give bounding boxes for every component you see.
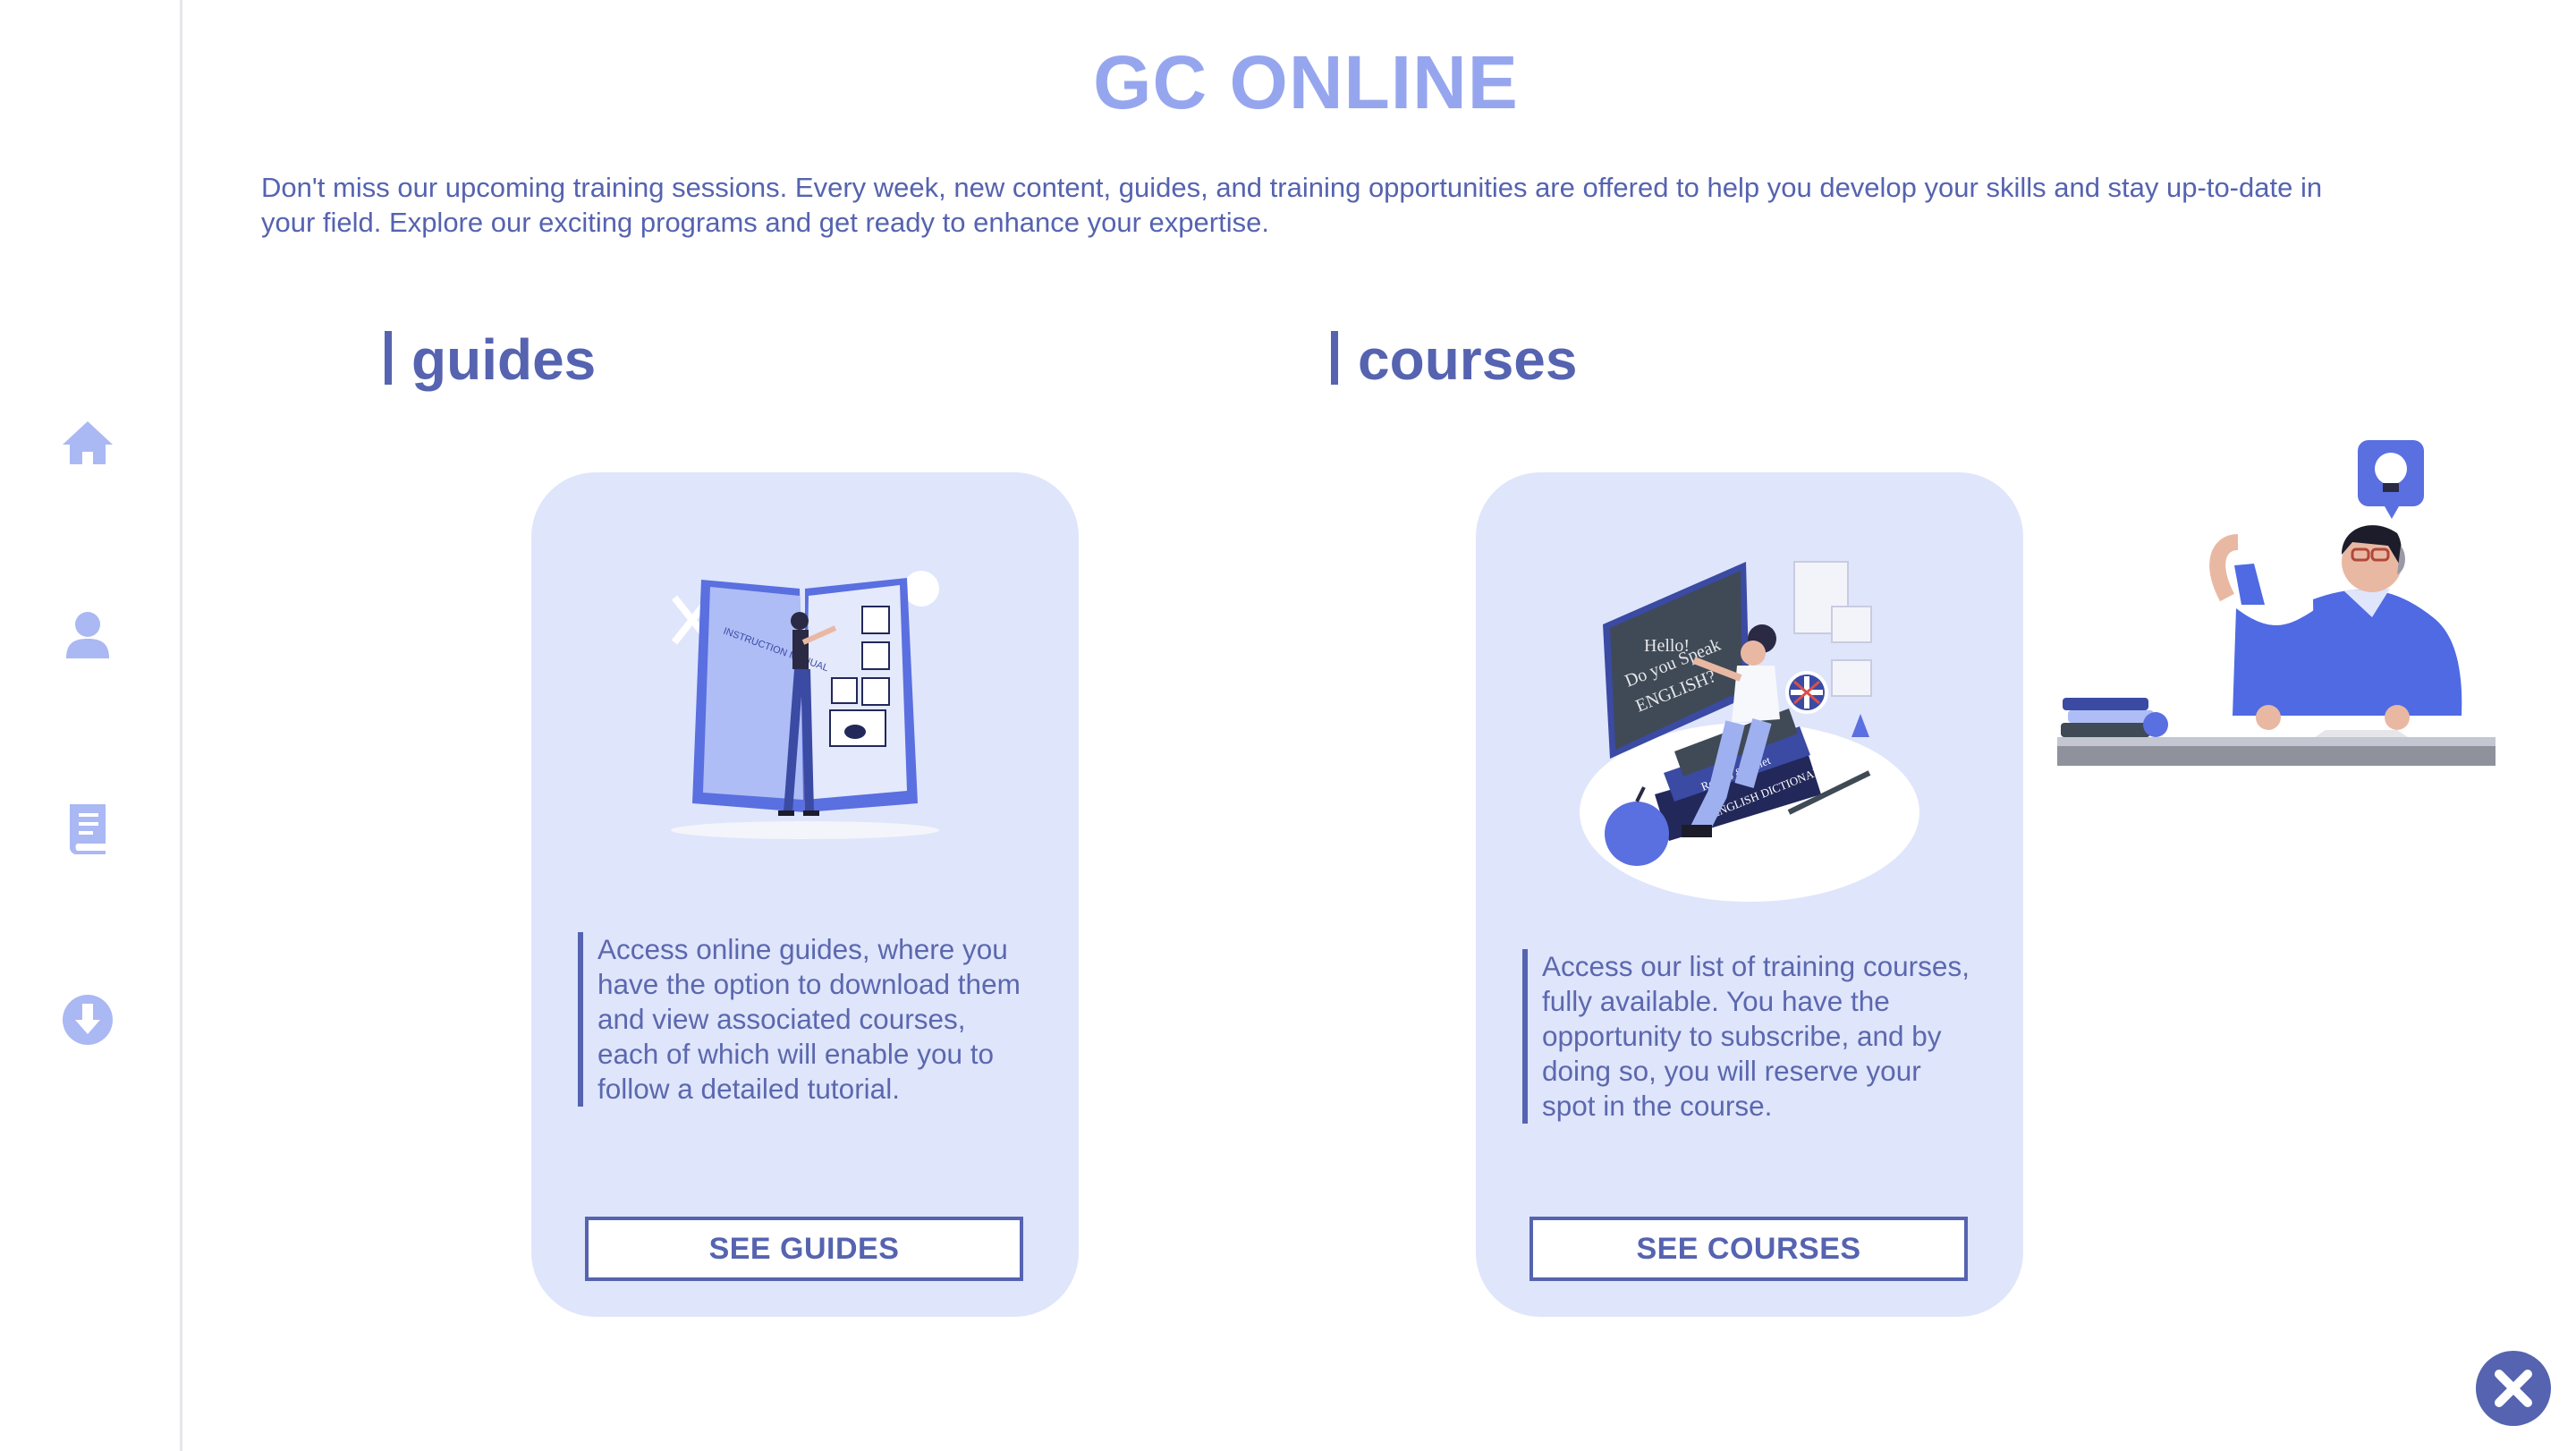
courses-heading: courses — [1331, 327, 1577, 393]
guides-heading-label: guides — [411, 327, 597, 392]
guides-heading: guides — [385, 327, 596, 393]
close-icon — [2495, 1370, 2532, 1407]
download-icon[interactable] — [59, 991, 116, 1048]
english-class-illustration: Hello! Do you Speak ENGLISH? Romeo & Jul… — [1580, 561, 1919, 902]
courses-card: Hello! Do you Speak ENGLISH? Romeo & Jul… — [1476, 472, 2023, 1317]
guides-card: INSTRUCTION MANUAL Access online guides,… — [531, 472, 1079, 1317]
courses-heading-label: courses — [1358, 327, 1578, 392]
book-icon[interactable] — [59, 799, 116, 856]
heading-bar — [1331, 331, 1338, 385]
see-courses-button[interactable]: SEE COURSES — [1530, 1217, 1968, 1281]
courses-description: Access our list of training courses, ful… — [1522, 949, 1979, 1124]
home-icon[interactable] — [59, 414, 116, 471]
page-title: GC ONLINE — [1093, 40, 1519, 124]
instruction-manual-illustration: INSTRUCTION MANUAL — [671, 571, 939, 839]
heading-bar — [385, 331, 392, 385]
intro-text: Don't miss our upcoming training session… — [261, 172, 2323, 238]
teacher-illustration — [2057, 440, 2496, 766]
close-button[interactable] — [2476, 1351, 2551, 1426]
sidebar — [0, 0, 182, 1451]
guides-description: Access online guides, where you have the… — [578, 932, 1034, 1107]
user-icon[interactable] — [59, 607, 116, 664]
see-guides-button[interactable]: SEE GUIDES — [585, 1217, 1023, 1281]
